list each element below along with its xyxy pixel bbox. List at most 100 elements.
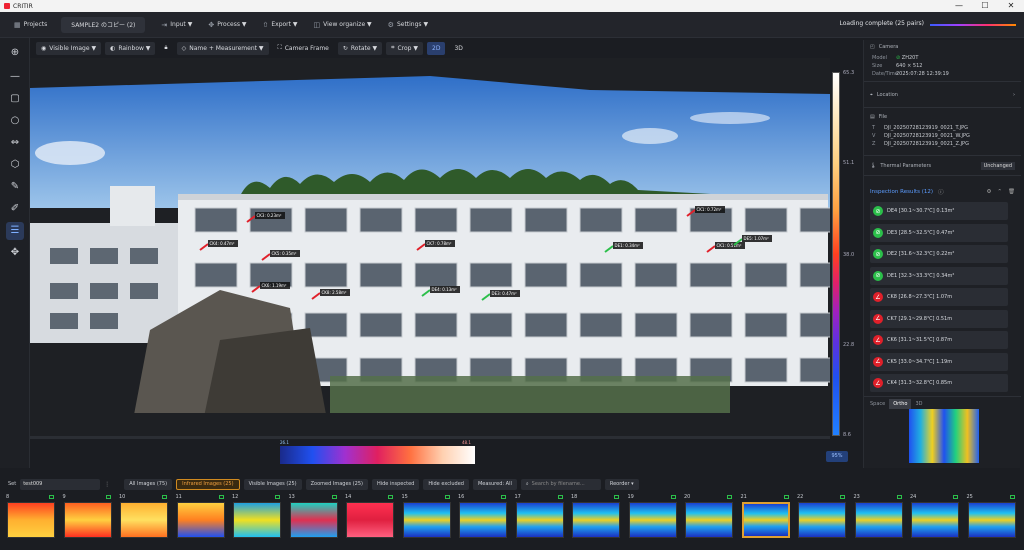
camera-frame-button[interactable]: ⛶ Camera Frame	[273, 42, 334, 55]
thumbnail-item[interactable]: 17	[513, 494, 567, 548]
close-button[interactable]: ✕	[998, 0, 1024, 12]
menu-view[interactable]: ◫ View organize ▼	[306, 16, 380, 34]
mode-2d-button[interactable]: 2D	[427, 41, 446, 55]
thumbnail-item[interactable]: 13	[287, 494, 341, 548]
more-icon[interactable]: ⋮	[104, 481, 110, 488]
window	[634, 262, 678, 288]
thumbnail-item[interactable]: 12	[230, 494, 284, 548]
hide-excluded-button[interactable]: Hide excluded	[423, 478, 469, 490]
project-tab[interactable]: SAMPLE2 のコピー (2)	[61, 16, 146, 33]
temperature-colorbar[interactable]	[832, 72, 840, 436]
minimize-button[interactable]: —	[946, 0, 972, 12]
tool-polygon[interactable]: ⬡	[6, 156, 24, 174]
measurement-label-text: CK8: 2.58m²	[322, 290, 347, 295]
tab-ortho[interactable]: Ortho	[889, 399, 912, 409]
rotate-dropdown[interactable]: ↻ Rotate ▼	[337, 41, 383, 55]
temperature-histogram[interactable]	[280, 446, 475, 464]
panorama-canvas[interactable]: CK3: 0.23m² CK4: 0.47m² CK5: 0.35m² CK7: 0.…	[30, 58, 830, 436]
menu-input[interactable]: ⇥ Input ▼	[153, 16, 200, 34]
thumbnail-item[interactable]: 20	[682, 494, 736, 548]
all-images-button[interactable]: All Images (75)	[124, 478, 173, 490]
visible-images-button[interactable]: Visible Images (25)	[243, 478, 302, 490]
thumbnail-image	[402, 502, 451, 538]
lock-button[interactable]: 🔒︎	[159, 42, 172, 55]
crack-icon: ∠	[873, 292, 883, 302]
thumbnail-item[interactable]: 25	[965, 494, 1019, 548]
filename-search-input[interactable]: ⌕ Search by filename...	[520, 478, 601, 490]
inspection-result-item[interactable]: ⊘ DE1 [32.3~33.3℃] 0.34m²	[870, 266, 1008, 285]
app-title: CRITIR	[13, 2, 33, 10]
tool-annotate[interactable]: ✐	[6, 200, 24, 218]
thumbnail-item[interactable]: 22	[795, 494, 849, 548]
thumbnail-item[interactable]: 15	[400, 494, 454, 548]
help-icon[interactable]: ⓘ	[938, 188, 944, 196]
window	[744, 312, 788, 338]
projects-button[interactable]: ▦ Projects	[6, 16, 55, 34]
location-section[interactable]: ⌖ Location ›	[864, 88, 1021, 108]
visible-image-dropdown[interactable]: ◉ Visible Image ▼	[36, 41, 102, 55]
file-icon: ▤	[870, 114, 875, 120]
thumbnail-item[interactable]: 14	[343, 494, 397, 548]
reorder-button[interactable]: Reorder ▾	[604, 478, 639, 490]
thumbnail-item[interactable]: 16	[456, 494, 510, 548]
thumbnail-item[interactable]: 19	[626, 494, 680, 548]
thumbnail-image	[741, 502, 790, 538]
infrared-images-button[interactable]: Infrared Images (25)	[176, 478, 240, 490]
zoomed-images-button[interactable]: Zoomed Images (25)	[305, 478, 368, 490]
tool-layers[interactable]: ☰	[6, 222, 24, 240]
thermal-params-section[interactable]: 🌡︎ Thermal Parameters Unchanged	[864, 158, 1021, 176]
window	[744, 357, 788, 383]
window	[579, 262, 623, 288]
defect-area-icon: ⊘	[873, 206, 883, 216]
hide-inspected-button[interactable]: Hide inspected	[371, 478, 420, 490]
thumbnail-item[interactable]: 23	[852, 494, 906, 548]
gear-icon[interactable]: ⚙	[986, 189, 991, 195]
tool-measure[interactable]: ⇔	[6, 134, 24, 152]
thumbnail-item[interactable]: 24	[908, 494, 962, 548]
checked-icon	[388, 495, 393, 499]
tab-3d[interactable]: 3D	[911, 399, 926, 409]
thumbnail-item[interactable]: 18	[569, 494, 623, 548]
tool-select[interactable]: ⊕	[6, 44, 24, 62]
zoom-level-button[interactable]: 95%	[826, 451, 848, 462]
trash-icon[interactable]: 🗑︎	[1008, 189, 1015, 195]
maximize-button[interactable]: ☐	[972, 0, 998, 12]
mode-3d-button[interactable]: 3D	[449, 42, 467, 55]
inspection-result-item[interactable]: ∠ CK4 [31.3~32.8℃] 0.85m	[870, 374, 1008, 392]
chevron-up-icon[interactable]: ⌃	[997, 189, 1002, 195]
thumbnail-item[interactable]: 8	[4, 494, 58, 548]
tool-line[interactable]: —	[6, 68, 24, 86]
thumbnail-item[interactable]: 11	[174, 494, 228, 548]
menu-settings[interactable]: ⚙ Settings ▼	[380, 16, 436, 34]
crop-dropdown[interactable]: ⌗ Crop ▼	[386, 41, 423, 55]
thumbnail-item[interactable]: 21	[739, 494, 793, 548]
tool-move[interactable]: ✥	[6, 244, 24, 262]
thumbnail-image	[289, 502, 338, 538]
set-select[interactable]: test009	[20, 478, 101, 490]
colorbar-tick-3: 22.8	[843, 342, 855, 348]
horizontal-scrollbar[interactable]	[30, 436, 830, 439]
inspection-result-item[interactable]: ∠ CK5 [33.0~34.7℃] 1.19m	[870, 352, 1008, 371]
camera-icon: ◰	[870, 44, 875, 50]
defect-area-icon: ⊘	[873, 270, 883, 281]
inspection-result-item[interactable]: ∠ CK6 [31.1~31.5℃] 0.87m	[870, 331, 1008, 349]
menu-export[interactable]: ⇧ Export ▼	[254, 16, 305, 34]
minimap-image[interactable]	[909, 409, 979, 463]
thumbnail-number: 15	[401, 494, 408, 500]
thumbnail-item[interactable]: 9	[61, 494, 115, 548]
tab-space[interactable]: Space	[866, 399, 889, 409]
tool-circle[interactable]: ○	[6, 112, 24, 130]
menu-process[interactable]: ✥ Process ▼	[200, 16, 254, 34]
inspection-result-item[interactable]: ⊘ DE3 [28.5~32.5℃] 0.47m²	[870, 223, 1008, 242]
inspection-result-item[interactable]: ∠ CK7 [29.1~29.8℃] 0.51m	[870, 309, 1008, 328]
measured-filter-button[interactable]: Measured: All	[472, 478, 517, 490]
inspection-result-item[interactable]: ⊘ DE2 [31.6~32.3℃] 0.22m²	[870, 245, 1008, 263]
thumbnail-image	[120, 502, 168, 538]
label-dropdown[interactable]: ◇ Name + Measurement ▼	[176, 41, 269, 55]
inspection-result-item[interactable]: ⊘ DE4 [30.1~30.7℃] 0.13m²	[870, 202, 1008, 220]
thumbnail-item[interactable]: 10	[117, 494, 171, 548]
tool-pen[interactable]: ✎	[6, 178, 24, 196]
inspection-result-item[interactable]: ∠ CK8 [26.8~27.3℃] 1.07m	[870, 288, 1008, 306]
tool-rectangle[interactable]: ▢	[6, 90, 24, 108]
palette-dropdown[interactable]: ◐ Rainbow ▼	[105, 41, 156, 55]
